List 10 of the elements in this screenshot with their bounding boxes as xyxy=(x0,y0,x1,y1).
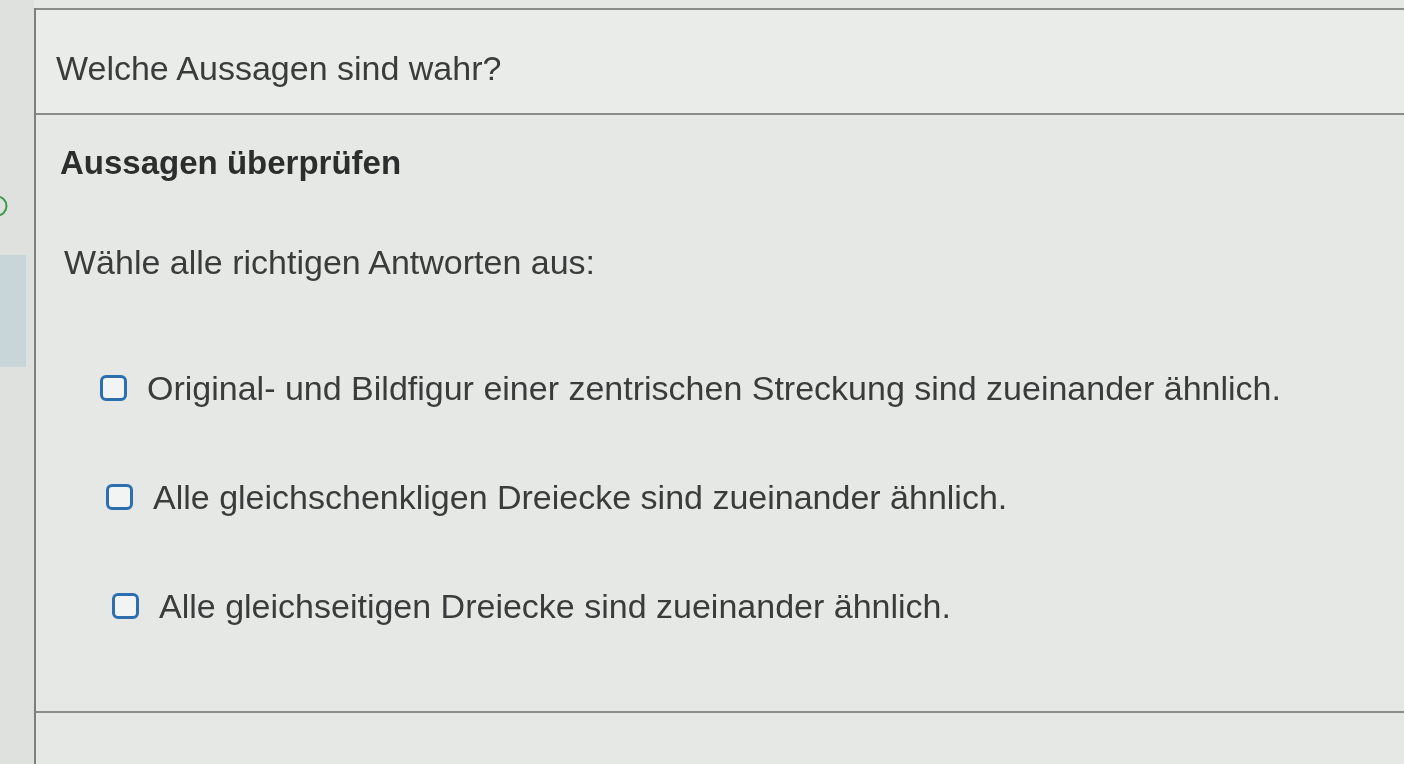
task-heading: Aussagen überprüfen xyxy=(60,144,402,182)
option-label[interactable]: Alle gleichseitigen Dreiecke sind zueinander ähnlich. xyxy=(159,587,951,625)
option-label[interactable]: Alle gleichschenkligen Dreiecke sind zueinander ähnlich. xyxy=(153,478,1008,516)
checkbox[interactable] xyxy=(112,593,139,619)
checkbox[interactable] xyxy=(100,375,127,401)
checkbox[interactable] xyxy=(106,484,133,510)
question-title: Welche Aussagen sind wahr? xyxy=(56,49,502,87)
instruction-text: Wähle alle richtigen Antworten aus: xyxy=(64,243,596,281)
option-label[interactable]: Original- und Bildfigur einer zentrischen Streckung sind zueinander ähnlich. xyxy=(147,369,1281,407)
ring-icon xyxy=(0,195,8,217)
